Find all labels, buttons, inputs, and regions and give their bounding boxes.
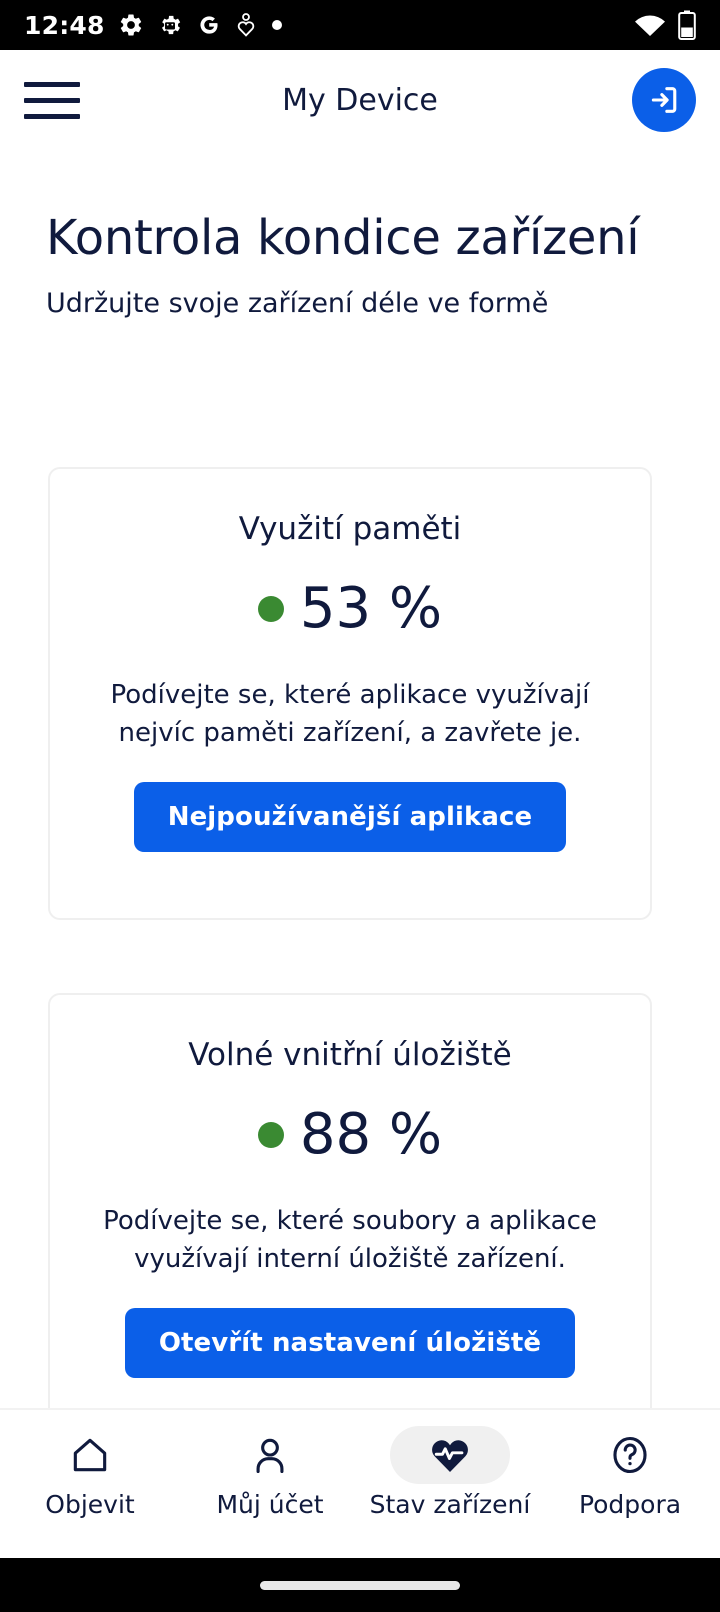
metric-storage: 88 %	[257, 1102, 443, 1167]
status-bar-left: 12:48	[24, 12, 284, 38]
page-content: Kontrola kondice zařízení Udržujte svoje…	[0, 150, 720, 1446]
nav-icon-wrap	[570, 1426, 690, 1484]
hamburger-line	[24, 81, 80, 87]
bottom-navigation: Objevit Můj účet Stav zařízení Podpora	[0, 1408, 720, 1558]
metric-value: 53 %	[299, 576, 443, 641]
card-description: Podívejte se, které aplikace využívají n…	[110, 680, 590, 748]
gear-icon	[120, 14, 141, 36]
card-title: Využití paměti	[238, 511, 462, 547]
page-title: Kontrola kondice zařízení	[46, 210, 640, 266]
nav-item-my-account[interactable]: Můj účet	[180, 1426, 360, 1519]
app-bar-title: My Device	[282, 82, 438, 118]
nav-label: Můj účet	[216, 1490, 324, 1519]
card-title: Volné vnitřní úložiště	[188, 1037, 512, 1073]
login-button[interactable]	[632, 68, 696, 132]
person-icon	[256, 1438, 284, 1474]
heart-health-icon	[237, 13, 254, 37]
question-circle-icon	[613, 1436, 647, 1474]
card-memory-usage: Využití paměti 53 % Podívejte se, které …	[48, 467, 652, 920]
status-bar-clock: 12:48	[24, 10, 105, 40]
nav-item-support[interactable]: Podpora	[540, 1426, 720, 1519]
hamburger-line	[24, 97, 80, 103]
hamburger-line	[24, 113, 80, 119]
nav-icon-wrap	[210, 1426, 330, 1484]
app-bar: My Device	[0, 50, 720, 150]
hamburger-menu-icon[interactable]	[24, 77, 80, 123]
nav-label: Objevit	[45, 1490, 135, 1519]
status-dot-icon	[257, 1122, 284, 1148]
phone-screen: 12:48 My Device Kontrola kondice zařízen…	[0, 0, 720, 1612]
metric-memory: 53 %	[257, 576, 443, 641]
battery-icon	[678, 10, 696, 40]
status-bar: 12:48	[0, 0, 720, 50]
nav-label: Stav zařízení	[369, 1490, 531, 1519]
nav-item-device-health[interactable]: Stav zařízení	[360, 1426, 540, 1519]
status-bar-right	[634, 10, 696, 40]
page-subtitle: Udržujte svoje zařízení déle ve formě	[46, 287, 549, 319]
nav-icon-wrap	[30, 1426, 150, 1484]
gesture-navigation-bar	[0, 1558, 720, 1612]
most-used-apps-button[interactable]: Nejpoužívanější aplikace	[133, 782, 567, 853]
gesture-pill[interactable]	[260, 1580, 460, 1590]
status-dot-icon	[257, 596, 284, 622]
google-g-icon	[200, 16, 218, 34]
metric-value: 88 %	[299, 1102, 443, 1167]
card-description: Podívejte se, které soubory a aplikace v…	[103, 1206, 597, 1274]
login-arrow-icon	[651, 87, 677, 113]
home-icon	[73, 1438, 107, 1472]
card-free-internal-storage: Volné vnitřní úložiště 88 % Podívejte se…	[48, 993, 652, 1446]
nav-item-discover[interactable]: Objevit	[0, 1426, 180, 1519]
nav-label: Podpora	[578, 1490, 682, 1519]
wifi-icon	[635, 15, 665, 36]
heart-pulse-icon	[432, 1440, 468, 1473]
android-settings-icon	[161, 15, 180, 35]
open-storage-settings-button[interactable]: Otevřít nastavení úložiště	[124, 1308, 576, 1379]
nav-icon-wrap	[390, 1426, 510, 1484]
dot-icon	[271, 20, 282, 30]
